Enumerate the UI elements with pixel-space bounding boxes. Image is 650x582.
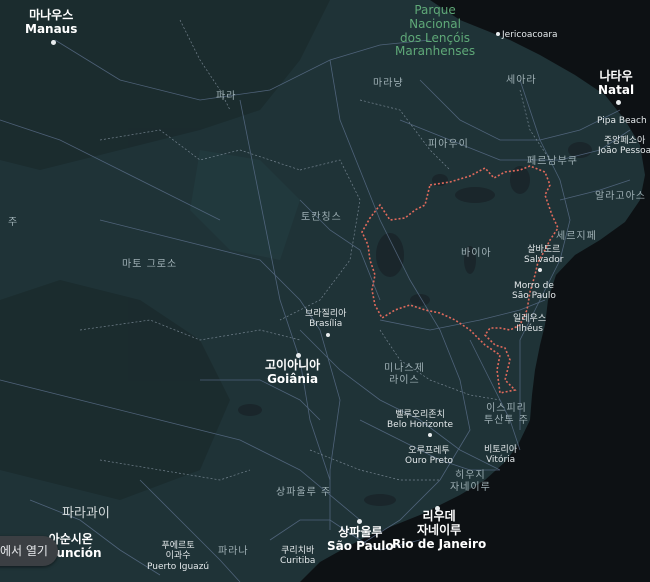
state-espiritosanto: 이스피리 투산투 주 bbox=[484, 403, 529, 426]
city-riodejaneiro[interactable]: 리우데 자네이루 Rio de Janeiro bbox=[392, 509, 487, 551]
city-ouropreto-ko: 오루프레투 bbox=[408, 446, 450, 456]
state-bahia: 바이아 bbox=[461, 248, 492, 259]
place-foz-latin: Puerto Iguazú bbox=[147, 561, 210, 572]
city-rj-dot bbox=[435, 506, 440, 511]
city-belohorizonte[interactable]: 벨루오리존치 Belo Horizonte bbox=[387, 410, 453, 431]
city-salvador[interactable]: 살바도르 Salvador bbox=[524, 245, 564, 266]
city-rj-ko2: 자네이루 bbox=[417, 522, 462, 537]
city-vitoria-ko: 비토리아 bbox=[484, 445, 518, 455]
city-natal-ko: 나타우 bbox=[599, 69, 633, 83]
city-goiania-ko: 고이아니아 bbox=[265, 358, 321, 372]
city-manaus[interactable]: 마나우스 Manaus bbox=[25, 8, 78, 37]
state-minas-1: 미나스제 bbox=[384, 363, 425, 374]
state-para: 파라 bbox=[216, 91, 237, 102]
state-rj-2: 자네이루 bbox=[450, 481, 491, 493]
city-curitiba-latin: Curitiba bbox=[280, 556, 316, 567]
park-label-4: Maranhenses bbox=[395, 44, 476, 59]
city-brasilia[interactable]: 브라질리아 Brasília bbox=[305, 309, 346, 330]
city-natal[interactable]: 나타우 Natal bbox=[598, 69, 635, 98]
city-salvador-dot bbox=[538, 268, 542, 272]
city-ilheus-latin: Ilhéus bbox=[516, 324, 543, 335]
park-label-2: Nacional bbox=[409, 16, 461, 31]
city-vitoria[interactable]: 비토리아 Vitória bbox=[484, 445, 517, 466]
state-piaui: 피아우이 bbox=[428, 139, 469, 150]
state-es-1: 이스피리 bbox=[486, 403, 527, 414]
city-joaopessoa-latin: João Pessoa bbox=[598, 146, 650, 157]
city-bh-latin: Belo Horizonte bbox=[387, 420, 454, 431]
state-edge: 주 bbox=[8, 217, 19, 228]
jericoacoara-dot bbox=[496, 32, 500, 36]
city-rj-ko: 리우데 bbox=[422, 509, 456, 523]
place-jericoacoara[interactable]: Jericoacoara bbox=[502, 30, 558, 40]
open-in-app-button[interactable]: 에서 열기 bbox=[0, 536, 58, 566]
city-ouropreto-latin: Ouro Preto bbox=[405, 456, 454, 467]
city-natal-latin: Natal bbox=[598, 82, 635, 97]
city-goiania-latin: Goiânia bbox=[267, 371, 319, 386]
city-saopaulo[interactable]: 상파울루 São Paulo bbox=[327, 525, 394, 554]
place-morro[interactable]: Morro de São Paulo bbox=[512, 281, 556, 302]
place-morro-2: São Paulo bbox=[512, 291, 556, 302]
park-label-3: dos Lençóis bbox=[400, 30, 471, 45]
state-matogrosso: 마토 그로소 bbox=[122, 259, 178, 270]
state-tocantins: 토칸칭스 bbox=[301, 212, 342, 223]
city-manaus-ko: 마나우스 bbox=[29, 8, 74, 22]
city-manaus-latin: Manaus bbox=[25, 21, 78, 36]
city-natal-dot bbox=[616, 100, 621, 105]
state-alagoas: 알라고아스 bbox=[595, 191, 646, 202]
city-manaus-dot bbox=[51, 40, 56, 45]
state-minas: 미나스제 라이스 bbox=[384, 363, 425, 386]
city-curitiba[interactable]: 쿠리치바 Curitiba bbox=[280, 546, 315, 567]
city-rj-latin: Rio de Janeiro bbox=[392, 536, 487, 551]
state-parana: 파라나 bbox=[218, 546, 249, 557]
city-ilheus[interactable]: 일레우스 Ilhéus bbox=[513, 314, 546, 335]
state-saopaulo: 상파울루 주 bbox=[276, 487, 332, 498]
city-brasilia-dot bbox=[326, 333, 330, 337]
city-sp-latin: São Paulo bbox=[327, 538, 394, 553]
place-foz-2: 이과수 bbox=[165, 551, 191, 562]
city-sp-dot bbox=[357, 519, 362, 524]
park-lencois[interactable]: Parque Nacional dos Lençóis Maranhenses bbox=[395, 3, 476, 59]
state-ceara: 세아라 bbox=[506, 75, 537, 86]
city-brasilia-ko: 브라질리아 bbox=[305, 309, 347, 319]
state-es-2: 투산투 주 bbox=[484, 414, 529, 426]
state-minas-2: 라이스 bbox=[389, 374, 420, 386]
state-maranhao: 마라냥 bbox=[373, 78, 404, 89]
place-pipa[interactable]: Pipa Beach bbox=[597, 116, 647, 126]
place-morro-1: Morro de bbox=[513, 281, 554, 291]
city-salvador-ko: 살바도르 bbox=[527, 245, 561, 255]
city-ilheus-ko: 일레우스 bbox=[513, 314, 547, 324]
city-sp-ko: 상파울루 bbox=[338, 525, 383, 539]
city-curitiba-ko: 쿠리치바 bbox=[281, 546, 315, 556]
state-pernambuco: 페르남부쿠 bbox=[527, 156, 578, 167]
city-goiania[interactable]: 고이아니아 Goiânia bbox=[265, 358, 321, 387]
place-foz-1: 푸에르토 bbox=[161, 541, 195, 551]
park-label-1: Parque bbox=[414, 3, 456, 17]
place-foz[interactable]: 푸에르토 이과수 Puerto Iguazú bbox=[147, 541, 209, 572]
city-brasilia-latin: Brasília bbox=[309, 319, 343, 330]
city-salvador-latin: Salvador bbox=[524, 255, 564, 266]
city-ouropreto[interactable]: 오루프레투 Ouro Preto bbox=[405, 446, 453, 467]
city-bh-ko: 벨루오리존치 bbox=[395, 410, 445, 420]
state-riodejaneiro: 히우지 자네이루 bbox=[450, 470, 491, 493]
state-rj-1: 히우지 bbox=[455, 470, 486, 481]
country-paraguay[interactable]: 파라과이 bbox=[62, 506, 110, 522]
state-sergipe: 세르지페 bbox=[556, 231, 597, 242]
city-bh-dot bbox=[428, 433, 432, 437]
city-joaopessoa[interactable]: 주앙페소아 João Pessoa bbox=[598, 136, 650, 157]
city-vitoria-latin: Vitória bbox=[485, 455, 516, 466]
city-joaopessoa-ko: 주앙페소아 bbox=[603, 136, 646, 146]
